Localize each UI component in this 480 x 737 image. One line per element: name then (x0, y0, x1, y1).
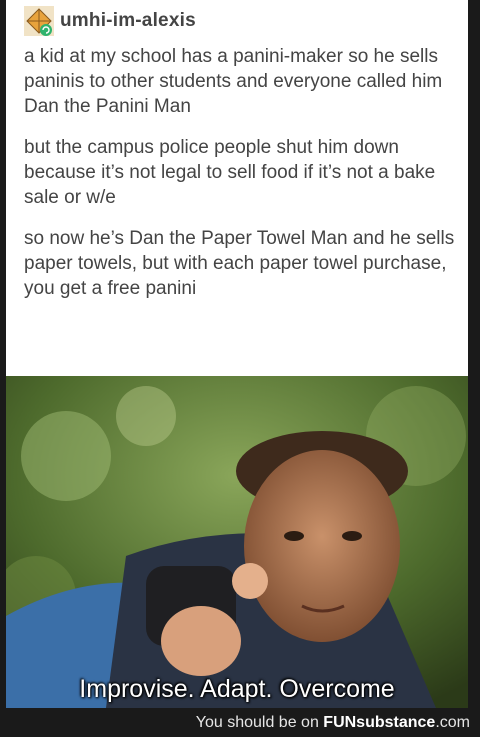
meme-image: Improvise. Adapt. Overcome (6, 376, 468, 708)
footer-prefix: You should be on (195, 714, 324, 731)
post-header: umhi-im-alexis (24, 6, 196, 36)
post-body: a kid at my school has a panini-maker so… (24, 44, 460, 317)
footer-suffix: .com (435, 714, 470, 731)
footer-text[interactable]: You should be on FUNsubstance.com (196, 714, 470, 732)
post-paragraph: a kid at my school has a panini-maker so… (24, 46, 443, 117)
footer-brand: FUNsubstance (323, 714, 436, 731)
username[interactable]: umhi-im-alexis (60, 10, 196, 32)
post-card: umhi-im-alexis a kid at my school has a … (6, 0, 468, 708)
avatar-icon (24, 6, 54, 36)
post-paragraph: but the campus police people shut him do… (24, 137, 436, 208)
meme-photo (6, 376, 468, 708)
post-paragraph: so now he’s Dan the Paper Towel Man and … (24, 228, 455, 299)
meme-caption: Improvise. Adapt. Overcome (79, 675, 395, 703)
watermark-footer: You should be on FUNsubstance.com (0, 708, 480, 737)
avatar[interactable] (24, 6, 54, 36)
